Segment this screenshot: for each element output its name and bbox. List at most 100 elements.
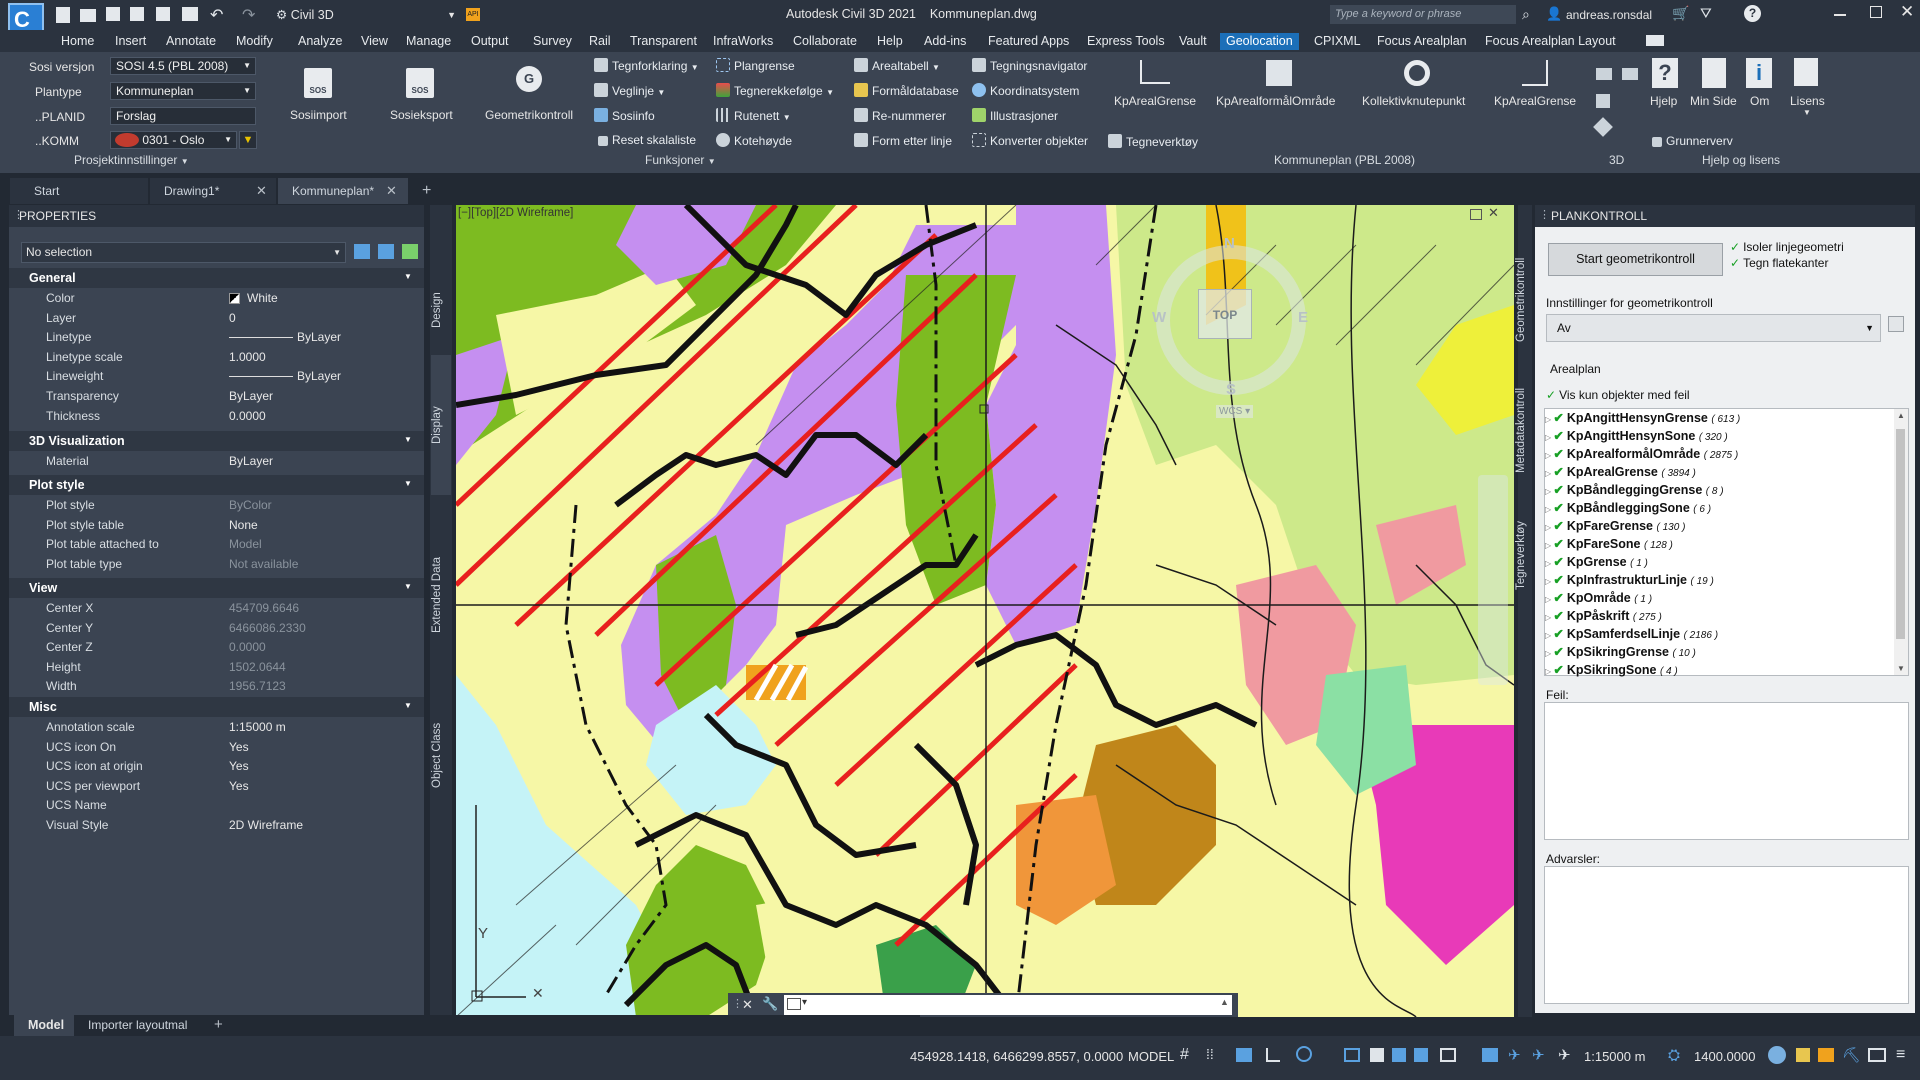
- settings-icon[interactable]: [1888, 316, 1904, 332]
- compass-west[interactable]: W: [1152, 309, 1166, 326]
- form-etter-linje-button[interactable]: Form etter linje: [854, 133, 952, 148]
- clean-screen-icon[interactable]: [1868, 1048, 1886, 1062]
- restore-viewport-icon[interactable]: [1470, 209, 1482, 220]
- close-icon[interactable]: ✕: [256, 178, 267, 204]
- re-nummerer-button[interactable]: Re-nummerer: [854, 108, 946, 123]
- sosiimport-button[interactable]: SOS Sosiimport: [288, 64, 352, 134]
- sosieksport-button[interactable]: SOS Sosieksport: [390, 64, 454, 134]
- tree-item[interactable]: ▷ ✔ KpPåskrift ( 275 ): [1545, 608, 1905, 626]
- tree-item[interactable]: ▷ ✔ KpAngittHensynGrense ( 613 ): [1545, 410, 1905, 428]
- kollektivknutepunkt-button[interactable]: Kollektivknutepunkt: [1360, 58, 1476, 118]
- reset-skalaliste-button[interactable]: Reset skalaliste: [598, 133, 696, 147]
- funksjoner-group-label[interactable]: Funksjoner ▼: [645, 153, 716, 167]
- side-tab-tegneverktoy[interactable]: Tegneverktøy: [1515, 505, 1535, 605]
- wrench-icon[interactable]: 🔧: [762, 996, 778, 1012]
- property-row[interactable]: Transparency ByLayer: [9, 387, 424, 406]
- 3d-tool-icon[interactable]: [1596, 68, 1612, 80]
- advarsler-list[interactable]: [1544, 866, 1909, 1004]
- property-row[interactable]: UCS icon On Yes: [9, 738, 424, 757]
- select-objects-icon[interactable]: [378, 244, 394, 259]
- side-tab-extended-data[interactable]: Extended Data: [431, 505, 451, 685]
- tree-item[interactable]: ▷ ✔ KpBåndleggingSone ( 6 ): [1545, 500, 1905, 518]
- tab-drawing1[interactable]: Drawing1* ✕: [150, 178, 276, 204]
- menu-focus-arealplan-layout[interactable]: Focus Arealplan Layout: [1485, 33, 1616, 50]
- tree-item[interactable]: ▷ ✔ KpOmråde ( 1 ): [1545, 590, 1905, 608]
- side-tab-object-class[interactable]: Object Class: [431, 695, 451, 815]
- menu-view[interactable]: View: [361, 33, 388, 50]
- menu-addins[interactable]: Add-ins: [924, 33, 966, 50]
- model-space-toggle[interactable]: MODEL: [1128, 1049, 1174, 1064]
- tab-kommuneplan[interactable]: Kommuneplan* ✕: [278, 178, 408, 204]
- property-row[interactable]: Linetype scale 1.0000: [9, 348, 424, 367]
- tree-item[interactable]: ▷ ✔ KpArealformålOmråde ( 2875 ): [1545, 446, 1905, 464]
- sosi-version-dropdown[interactable]: SOSI 4.5 (PBL 2008) ▼: [110, 57, 256, 75]
- transparency-icon[interactable]: [1392, 1048, 1406, 1062]
- property-row[interactable]: Center Y 6466086.2330: [9, 619, 424, 638]
- tab-start[interactable]: Start: [10, 178, 148, 204]
- grunnerverv-button[interactable]: Grunnerverv: [1652, 134, 1733, 148]
- geometrikontroll-button[interactable]: G Geometrikontroll: [482, 64, 582, 134]
- elevation-readout[interactable]: 1400.0000: [1694, 1049, 1755, 1064]
- annotation-scale-icon[interactable]: ✈: [1558, 1046, 1571, 1064]
- kp-areal-grense-2-button[interactable]: KpArealGrense: [1492, 58, 1578, 118]
- tree-item[interactable]: ▷ ✔ KpFareGrense ( 130 ): [1545, 518, 1905, 536]
- collapse-icon[interactable]: ▼: [404, 582, 412, 591]
- property-row[interactable]: Plot table attached to Model: [9, 535, 424, 554]
- tree-item[interactable]: ▷ ✔ KpSikringGrense ( 10 ): [1545, 644, 1905, 662]
- start-geometrikontroll-button[interactable]: Start geometrikontroll: [1548, 243, 1723, 276]
- property-row[interactable]: UCS icon at origin Yes: [9, 757, 424, 776]
- api-badge[interactable]: API: [466, 8, 480, 21]
- side-tab-design[interactable]: Design: [431, 275, 451, 345]
- min-side-button[interactable]: Min Side: [1690, 58, 1740, 118]
- innstillinger-dropdown[interactable]: Av ▼: [1546, 314, 1881, 342]
- menu-geolocation[interactable]: Geolocation: [1220, 33, 1299, 50]
- navigation-bar[interactable]: [1478, 475, 1508, 685]
- ortho-icon[interactable]: [1266, 1048, 1280, 1062]
- workspace-switch-icon[interactable]: ⛭: [1668, 1047, 1680, 1064]
- selection-cycling-icon[interactable]: [1414, 1048, 1428, 1062]
- viewcube-top[interactable]: TOP: [1198, 289, 1252, 339]
- wcs-menu[interactable]: WCS ▾: [1216, 405, 1254, 418]
- filter-button[interactable]: ▼: [239, 131, 257, 149]
- menu-focus-arealplan[interactable]: Focus Arealplan: [1377, 33, 1467, 50]
- menu-output[interactable]: Output: [471, 33, 509, 50]
- selection-dropdown[interactable]: No selection ▼: [21, 242, 346, 263]
- annotation-visibility-icon[interactable]: ✈: [1508, 1046, 1521, 1064]
- konverter-objekter-button[interactable]: Konverter objekter: [972, 133, 1088, 148]
- viewport-controls[interactable]: [−][Top][2D Wireframe]: [458, 207, 573, 219]
- lineweight-icon[interactable]: [1370, 1048, 1384, 1062]
- close-icon[interactable]: ✕: [386, 178, 397, 204]
- menu-rail[interactable]: Rail: [589, 33, 611, 50]
- tab-model[interactable]: Model: [14, 1015, 74, 1036]
- tegnerekkefolge-button[interactable]: Tegnerekkefølge ▼: [716, 83, 834, 98]
- property-row[interactable]: Center Z 0.0000: [9, 638, 424, 657]
- save-icon[interactable]: [106, 7, 120, 21]
- web-mobile-icon[interactable]: [156, 7, 170, 21]
- lisens-button[interactable]: Lisens ▼: [1788, 58, 1828, 118]
- tree-item[interactable]: ▷ ✔ KpSamferdselLinje ( 2186 ): [1545, 626, 1905, 644]
- menu-insert[interactable]: Insert: [115, 33, 146, 50]
- help-icon[interactable]: ?: [1744, 5, 1761, 22]
- property-row[interactable]: Annotation scale 1:15000 m: [9, 718, 424, 737]
- annotation-scale-dropdown[interactable]: 1:15000 m: [1584, 1049, 1645, 1064]
- menu-transparent[interactable]: Transparent: [630, 33, 697, 50]
- menu-analyze[interactable]: Analyze: [298, 33, 342, 50]
- toggle-pickadd-icon[interactable]: [354, 244, 370, 259]
- planid-field[interactable]: Forslag: [110, 107, 256, 125]
- hjelp-button[interactable]: ? Hjelp: [1648, 58, 1684, 118]
- close-viewport-icon[interactable]: ✕: [1488, 205, 1499, 221]
- grid-icon[interactable]: #: [1180, 1046, 1189, 1064]
- section-general[interactable]: General: [9, 268, 424, 288]
- user-icon[interactable]: 👤: [1546, 6, 1562, 22]
- quick-properties-icon[interactable]: ⛏: [1842, 1046, 1861, 1064]
- tree-item[interactable]: ▷ ✔ KpBåndleggingGrense ( 8 ): [1545, 482, 1905, 500]
- section-misc[interactable]: Misc: [9, 697, 424, 717]
- minimize-icon[interactable]: [1834, 14, 1846, 16]
- menu-collaborate[interactable]: Collaborate: [793, 33, 857, 50]
- menu-vault[interactable]: Vault: [1179, 33, 1207, 50]
- tree-item[interactable]: ▷ ✔ KpGrense ( 1 ): [1545, 554, 1905, 572]
- menu-survey[interactable]: Survey: [533, 33, 572, 50]
- infer-constraints-icon[interactable]: [1236, 1048, 1252, 1062]
- property-row[interactable]: Material ByLayer: [9, 452, 424, 471]
- drawing-viewport[interactable]: [−][Top][2D Wireframe] ✕ N W E S TOP WCS…: [456, 205, 1514, 1017]
